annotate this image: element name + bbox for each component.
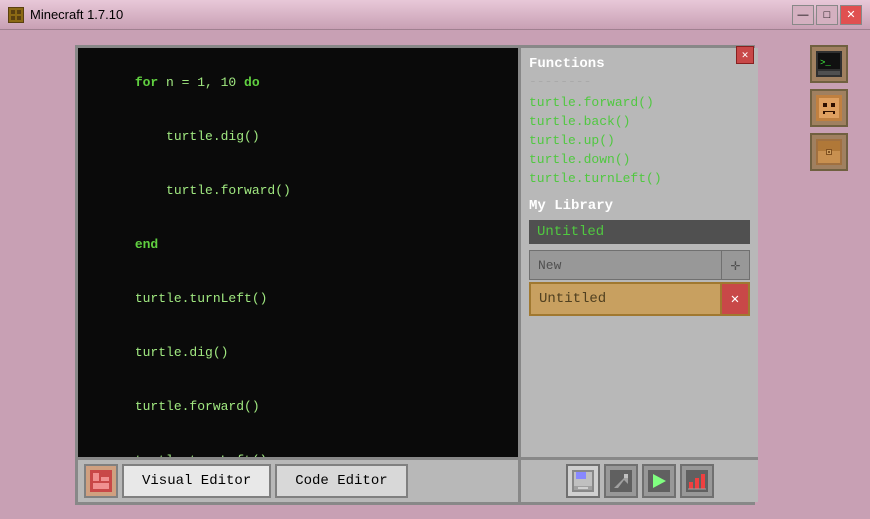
code-editor-area[interactable]: for n = 1, 10 do turtle.dig() turtle.for… <box>78 48 518 463</box>
right-panel: Functions -------- turtle.forward() turt… <box>518 48 758 463</box>
code-line-7: turtle.forward() <box>88 380 508 434</box>
library-item-close-button[interactable]: ✕ <box>720 284 748 314</box>
app-icon <box>8 7 24 23</box>
library-new-label: New <box>530 254 721 277</box>
side-panel: >_ <box>808 45 850 171</box>
minimize-button[interactable]: — <box>792 5 814 25</box>
terminal-side-button[interactable]: >_ <box>810 45 848 83</box>
save-button[interactable] <box>566 464 600 498</box>
code-editor-button[interactable]: Code Editor <box>275 464 407 498</box>
code-line-4: end <box>88 218 508 272</box>
bottom-right-toolbar <box>518 457 758 502</box>
chest-side-button[interactable] <box>810 133 848 171</box>
chart-button[interactable] <box>680 464 714 498</box>
face-side-button[interactable] <box>810 89 848 127</box>
svg-text:>_: >_ <box>820 58 831 68</box>
code-line-3: turtle.forward() <box>88 164 508 218</box>
code-line-1: for n = 1, 10 do <box>88 56 508 110</box>
title-bar-left: Minecraft 1.7.10 <box>8 7 123 23</box>
function-item-4[interactable]: turtle.down() <box>529 150 750 169</box>
toolbar-icon-button[interactable] <box>84 464 118 498</box>
maximize-button[interactable]: □ <box>816 5 838 25</box>
function-item-3[interactable]: turtle.up() <box>529 131 750 150</box>
inner-close-button[interactable]: ✕ <box>736 46 754 64</box>
function-item-5[interactable]: turtle.turnLeft() <box>529 169 750 188</box>
code-line-5: turtle.turnLeft() <box>88 272 508 326</box>
code-line-2: turtle.dig() <box>88 110 508 164</box>
library-selected-item[interactable]: Untitled <box>529 220 750 244</box>
export-button[interactable] <box>604 464 638 498</box>
library-new-button[interactable]: ✛ <box>721 251 749 279</box>
window-title: Minecraft 1.7.10 <box>30 7 123 22</box>
library-item-name[interactable]: Untitled <box>531 287 720 311</box>
main-window: ✕ for n = 1, 10 do turtle.dig() turtle.f… <box>75 45 755 505</box>
functions-divider: -------- <box>529 74 750 89</box>
my-library-title: My Library <box>529 198 750 214</box>
function-item-2[interactable]: turtle.back() <box>529 112 750 131</box>
code-line-6: turtle.dig() <box>88 326 508 380</box>
title-bar-buttons: — □ ✕ <box>792 5 862 25</box>
run-button[interactable] <box>642 464 676 498</box>
library-new-row: New ✛ <box>529 250 750 280</box>
bottom-toolbar: Visual Editor Code Editor <box>78 457 518 502</box>
visual-editor-button[interactable]: Visual Editor <box>122 464 271 498</box>
library-item-row: Untitled ✕ <box>529 282 750 316</box>
function-item-1[interactable]: turtle.forward() <box>529 93 750 112</box>
functions-title: Functions <box>529 56 750 72</box>
close-button[interactable]: ✕ <box>840 5 862 25</box>
title-bar: Minecraft 1.7.10 — □ ✕ <box>0 0 870 30</box>
